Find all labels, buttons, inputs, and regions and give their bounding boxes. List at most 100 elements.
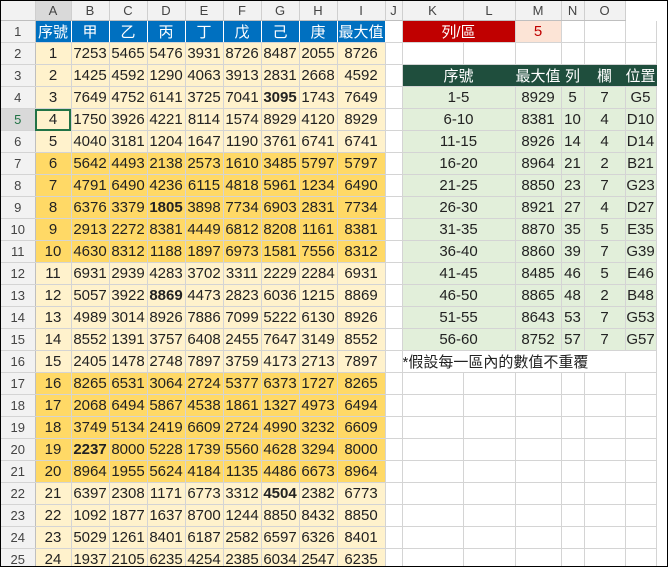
data-cell[interactable]: 3095 <box>261 86 300 109</box>
data-cell[interactable]: 3757 <box>147 328 186 351</box>
result-header-cell[interactable]: 序號 <box>402 64 516 87</box>
data-cell[interactable]: 1727 <box>299 372 338 395</box>
data-cell[interactable]: 6141 <box>147 86 186 109</box>
row-header[interactable]: 19 <box>1 416 36 439</box>
result-col-cell[interactable]: 7 <box>584 86 626 109</box>
data-cell[interactable]: 8929 <box>261 108 300 131</box>
data-cell[interactable]: 2284 <box>299 262 338 285</box>
max-cell[interactable]: 8312 <box>337 240 386 263</box>
max-cell[interactable]: 8552 <box>337 328 386 351</box>
header-cell[interactable]: 最大值 <box>337 20 386 43</box>
data-cell[interactable]: 2385 <box>223 548 262 566</box>
data-cell[interactable]: 1955 <box>109 460 148 483</box>
data-cell[interactable]: 3926 <box>109 108 148 131</box>
serial-cell[interactable]: 22 <box>35 504 72 527</box>
result-col-cell[interactable]: 2 <box>584 152 626 175</box>
result-row-cell[interactable]: 48 <box>561 284 585 307</box>
data-cell[interactable]: 2573 <box>185 152 224 175</box>
empty-cell[interactable] <box>385 64 403 87</box>
data-cell[interactable]: 6034 <box>261 548 300 566</box>
empty-cell[interactable] <box>385 548 403 566</box>
data-cell[interactable]: 2913 <box>71 218 110 241</box>
data-cell[interactable]: 4493 <box>109 152 148 175</box>
empty-cell[interactable] <box>385 218 403 241</box>
data-cell[interactable]: 3149 <box>299 328 338 351</box>
data-cell[interactable]: 5134 <box>109 416 148 439</box>
result-col-cell[interactable]: 4 <box>584 130 626 153</box>
data-cell[interactable]: 3761 <box>261 130 300 153</box>
row-header[interactable]: 12 <box>1 262 36 285</box>
data-cell[interactable]: 4173 <box>261 350 300 373</box>
result-col-cell[interactable]: 7 <box>584 328 626 351</box>
max-cell[interactable]: 8000 <box>337 438 386 461</box>
row-header[interactable]: 22 <box>1 482 36 505</box>
data-cell[interactable]: 3931 <box>185 42 224 65</box>
empty-cell[interactable] <box>515 460 562 483</box>
header-cell[interactable]: 序號 <box>35 20 72 43</box>
data-cell[interactable]: 1244 <box>223 504 262 527</box>
data-cell[interactable]: 8964 <box>71 460 110 483</box>
empty-cell[interactable] <box>584 416 626 439</box>
data-cell[interactable]: 4486 <box>261 460 300 483</box>
empty-cell[interactable] <box>463 42 516 65</box>
data-cell[interactable]: 6408 <box>185 328 224 351</box>
column-header-o[interactable]: O <box>584 1 626 21</box>
empty-cell[interactable] <box>385 174 403 197</box>
serial-cell[interactable]: 20 <box>35 460 72 483</box>
data-cell[interactable]: 1574 <box>223 108 262 131</box>
result-header-cell[interactable]: 列 <box>561 64 585 87</box>
note-text[interactable]: *假設每一區內的數值不重覆 <box>402 350 657 373</box>
data-cell[interactable]: 8850 <box>261 504 300 527</box>
result-position-cell[interactable]: G39 <box>625 240 657 263</box>
data-cell[interactable]: 1171 <box>147 482 186 505</box>
result-row-cell[interactable]: 27 <box>561 196 585 219</box>
data-cell[interactable]: 6373 <box>261 372 300 395</box>
column-header-e[interactable]: E <box>185 1 224 21</box>
empty-cell[interactable] <box>385 482 403 505</box>
data-cell[interactable]: 6773 <box>185 482 224 505</box>
column-header-g[interactable]: G <box>261 1 300 21</box>
data-cell[interactable]: 5476 <box>147 42 186 65</box>
result-position-cell[interactable]: B21 <box>625 152 657 175</box>
empty-cell[interactable] <box>561 504 585 527</box>
data-cell[interactable]: 4283 <box>147 262 186 285</box>
max-cell[interactable]: 8926 <box>337 306 386 329</box>
serial-cell[interactable]: 9 <box>35 218 72 241</box>
max-cell[interactable]: 8381 <box>337 218 386 241</box>
row-header[interactable]: 8 <box>1 174 36 197</box>
header-cell[interactable]: 丙 <box>147 20 186 43</box>
data-cell[interactable]: 4538 <box>185 394 224 417</box>
data-cell[interactable]: 8700 <box>185 504 224 527</box>
data-cell[interactable]: 7886 <box>185 306 224 329</box>
column-header-a[interactable]: A <box>35 1 72 21</box>
data-cell[interactable]: 4818 <box>223 174 262 197</box>
column-header-n[interactable]: N <box>561 1 585 21</box>
row-header[interactable]: 20 <box>1 438 36 461</box>
empty-cell[interactable] <box>561 42 585 65</box>
result-max-cell[interactable]: 8926 <box>515 130 562 153</box>
data-cell[interactable]: 6130 <box>299 306 338 329</box>
data-cell[interactable]: 4063 <box>185 64 224 87</box>
data-cell[interactable]: 3749 <box>71 416 110 439</box>
data-cell[interactable]: 4120 <box>299 108 338 131</box>
result-col-cell[interactable]: 7 <box>584 174 626 197</box>
data-cell[interactable]: 1190 <box>223 130 262 153</box>
data-cell[interactable]: 1610 <box>223 152 262 175</box>
result-max-cell[interactable]: 8870 <box>515 218 562 241</box>
result-position-cell[interactable]: B48 <box>625 284 657 307</box>
data-cell[interactable]: 3922 <box>109 284 148 307</box>
result-row-cell[interactable]: 46 <box>561 262 585 285</box>
data-cell[interactable]: 1937 <box>71 548 110 566</box>
result-position-cell[interactable]: G5 <box>625 86 657 109</box>
empty-cell[interactable] <box>402 416 464 439</box>
row-header[interactable]: 4 <box>1 86 36 109</box>
empty-cell[interactable] <box>385 152 403 175</box>
column-header-m[interactable]: M <box>515 1 562 21</box>
data-cell[interactable]: 8926 <box>147 306 186 329</box>
data-cell[interactable]: 6235 <box>147 548 186 566</box>
data-cell[interactable]: 2138 <box>147 152 186 175</box>
empty-cell[interactable] <box>561 438 585 461</box>
row-header[interactable]: 7 <box>1 152 36 175</box>
empty-cell[interactable] <box>402 394 464 417</box>
data-cell[interactable]: 1425 <box>71 64 110 87</box>
